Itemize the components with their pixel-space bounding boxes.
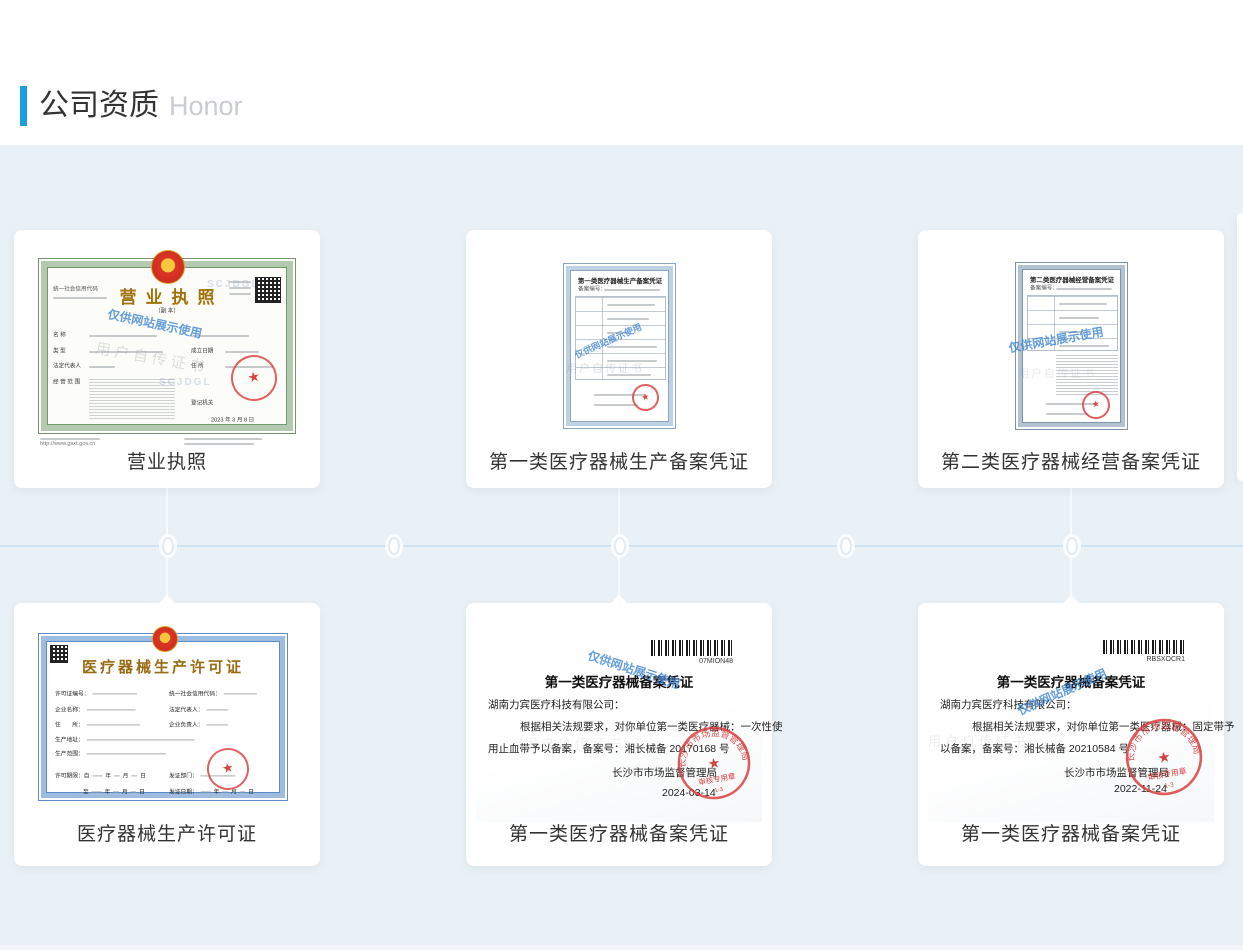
blurred-text [594,404,638,406]
red-seal-icon: ★ [203,744,253,794]
field-label-legal-rep: 法定代表人 [53,362,81,370]
blurred-text [184,443,254,445]
svg-text:1-3: 1-3 [714,787,724,795]
watermark-upload: 用户自传证书 [566,360,644,376]
certificate-title: 第一类医疗器械生产备案凭证 [577,276,661,285]
barcode-text: RBSXOCR1 [1103,656,1185,663]
timeline-node [840,537,852,555]
svg-text:★: ★ [1156,749,1172,767]
timeline-node [388,537,400,555]
national-emblem-icon [151,250,185,284]
honor-card-class1-filing-2024[interactable]: 07MION48 第一类医疗器械备案凭证 湖南力宾医疗科技有限公司： 根据相关法… [466,603,772,866]
svg-text:★: ★ [706,754,721,772]
filing-no-label: 备案编号： [1030,284,1058,292]
certificate-title: 第二类医疗器械经营备案凭证 [1029,275,1113,284]
company-line: 湖南力宾医疗科技有限公司： [488,697,625,712]
watermark-upload: 用户自传证书 [928,731,1030,750]
license-subtitle: （副 本） [155,307,179,315]
barcode-text: 07MION48 [651,658,733,665]
timeline-node [162,537,174,555]
certificate-title: 第一类医疗器械备案凭证 [476,671,762,691]
license-title: 医疗器械生产许可证 [39,656,287,677]
field-label-scope: 经 营 范 围 [53,378,80,386]
barcode [1103,640,1185,654]
svg-text:1-3: 1-3 [1164,781,1175,790]
page-subtitle: Honor [169,91,243,122]
card-caption: 第一类医疗器械备案凭证 [918,819,1224,846]
blurred-text [225,351,259,353]
accent-bar [20,86,27,126]
watermark-upload: 用户自传证书 [94,337,210,377]
svg-text:审核专用章: 审核专用章 [697,770,736,786]
svg-text:审核专用章: 审核专用章 [1147,765,1188,782]
blurred-text [40,438,100,440]
card-caption: 第一类医疗器械备案凭证 [466,819,772,846]
official-seal: 长沙市市场监督管理局 ★ 审核专用章 1-3 [670,719,758,807]
company-honor-page: 公司资质 Honor SCJDGL SCJDGL 统一社会信用代码 营业执照 （… [0,0,1243,950]
watermark-upload: 用户自传证书 [524,733,626,752]
filing-certificate-image: 第一类医疗器械生产备案凭证 备案编号： ★ 仅供网站展示使用 用户自传证书 [563,263,676,429]
blurred-text [604,289,660,291]
blurred-text [1056,288,1112,290]
partial-next-card[interactable] [1237,213,1243,481]
blurred-text [229,287,251,289]
blurred-text [89,366,115,368]
honor-card-class1-production-filing[interactable]: 第一类医疗器械生产备案凭证 备案编号： ★ 仅供网站展示使用 用户自传证书 第一… [466,230,772,488]
honor-card-production-license[interactable]: 医疗器械生产许可证 许可证编号： 统一社会信用代码： 企业名称： 法定代表人： … [14,603,320,866]
official-seal: 长沙市市场监督管理局 ★ 审核专用章 1-3 [1118,711,1211,804]
registrar-label: 登记机关 [191,399,213,407]
filing-document-image: RBSXOCR1 第一类医疗器械备案凭证 湖南力宾医疗科技有限公司： 根据相关法… [928,613,1214,822]
red-seal-icon: ★ [629,381,661,413]
issue-date: 2023 年 3 月 8 日 [211,416,254,424]
blurred-paragraph [89,379,175,421]
blurred-text [229,293,251,295]
filing-no-label: 备案编号： [578,285,606,293]
blurred-text [1046,413,1088,415]
card-caption: 营业执照 [14,447,320,474]
card-caption: 第二类医疗器械经营备案凭证 [918,447,1224,474]
next-section-edge [0,945,1243,950]
honor-card-business-license[interactable]: SCJDGL SCJDGL 统一社会信用代码 营业执照 （副 本） 名 称 类 … [14,230,320,488]
field-label-type: 类 型 [53,347,66,355]
blurred-text [229,281,251,283]
honor-card-class2-operation-filing[interactable]: 第二类医疗器械经营备案凭证 备案编号： ★ 仅供网站展示使用 用户自传证书 第二… [918,230,1224,488]
footer-url: http://www.gsxt.gov.cn [40,440,95,446]
barcode [651,640,733,656]
field-label-name: 名 称 [53,331,66,339]
red-seal-icon: ★ [227,351,282,406]
page-title: 公司资质 [39,86,159,126]
watermark-upload: 用户自传证书 [1018,365,1096,381]
filing-document-image: 07MION48 第一类医疗器械备案凭证 湖南力宾医疗科技有限公司： 根据相关法… [476,613,762,822]
timeline-node [1066,537,1078,555]
timeline-node [614,537,626,555]
card-caption: 医疗器械生产许可证 [14,819,320,846]
section-header: 公司资质 Honor [20,86,243,126]
qr-code [255,277,281,303]
filing-certificate-image: 第二类医疗器械经营备案凭证 备案编号： ★ 仅供网站展示使用 用户自传证书 [1015,262,1128,430]
business-license-image: SCJDGL SCJDGL 统一社会信用代码 营业执照 （副 本） 名 称 类 … [38,258,296,434]
production-license-image: 医疗器械生产许可证 许可证编号： 统一社会信用代码： 企业名称： 法定代表人： … [38,633,288,801]
card-caption: 第一类医疗器械生产备案凭证 [466,447,772,474]
blurred-text [184,438,262,440]
honor-card-class1-filing-2022[interactable]: RBSXOCR1 第一类医疗器械备案凭证 湖南力宾医疗科技有限公司： 根据相关法… [918,603,1224,866]
national-emblem-icon [152,626,178,652]
